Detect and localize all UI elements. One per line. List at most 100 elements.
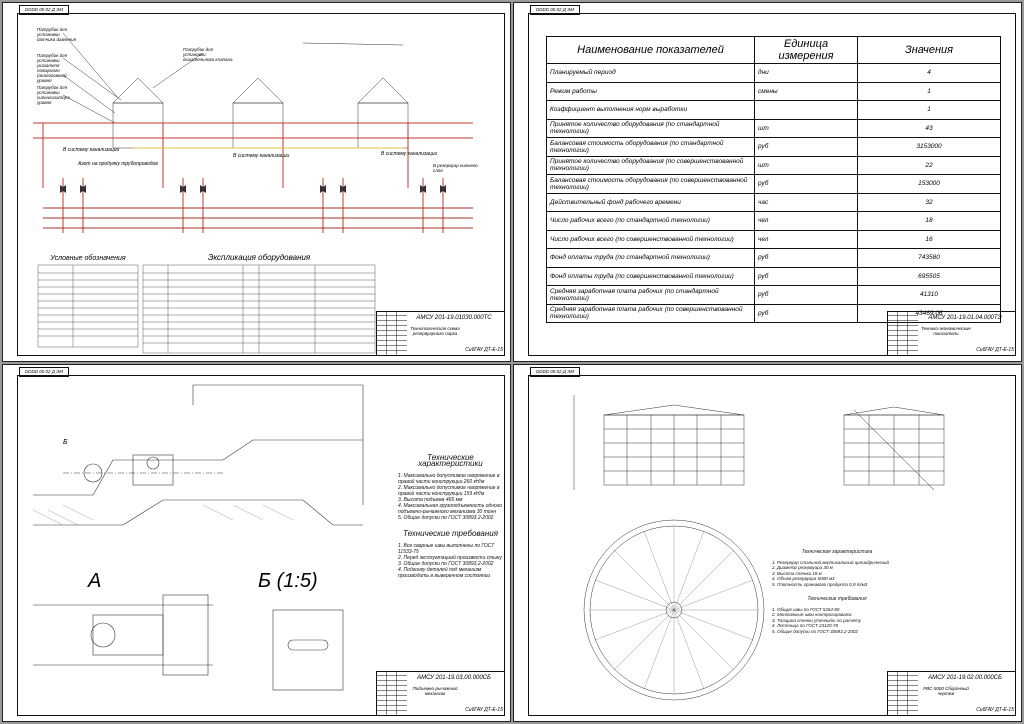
cell-name: Средняя заработная плата рабочих (по сов… — [546, 303, 755, 323]
sheet-indicators: DDDD 00 02 Д ЭМ Наименование показателей… — [513, 2, 1022, 362]
tank-technical-specs: Техническая характеристика 1. Резервуар … — [772, 549, 902, 634]
title-block: АМСУ 201-19.01.04.000ТЭ Технико-экономич… — [887, 311, 1016, 356]
sheet-lever-mechanism: DDDD 00 02 Д ЭМ Б А Б (1:5) Технические … — [2, 364, 511, 722]
table-row: Балансовая стоимость оборудования (по со… — [546, 174, 1001, 194]
cell-name: Фонд оплаты труда (по совершенствованной… — [546, 266, 755, 286]
cell-name: Принятое количество оборудования (по ста… — [546, 118, 755, 138]
cell-value: 1 — [857, 81, 1001, 101]
label-drain-2: В систему канализации — [233, 153, 290, 159]
cell-value: 43 — [857, 118, 1001, 138]
cell-name: Балансовая стоимость оборудования (по со… — [546, 174, 755, 194]
callout-level-alarm: Патрубок для установки сигнализатора уро… — [37, 85, 70, 105]
cell-value: 153000 — [857, 174, 1001, 194]
tech-specs-title: Технические характеристики — [418, 453, 483, 468]
sheet-process-scheme: DDDD 00 02 Д ЭМ Патрубок для установки д… — [2, 2, 511, 362]
view-a-title: А — [88, 570, 102, 592]
table-row: Фонд оплаты труда (по стандартной технол… — [546, 248, 1001, 268]
tech-spec-item: 1. Максимально допустимое напряжение в п… — [398, 473, 500, 485]
title-block-name: Подъемно-рычажный механизм — [412, 686, 458, 696]
cell-unit: руб — [754, 266, 858, 286]
title-block-org: СибГАУ ДТ-Е-15 — [465, 347, 503, 353]
tank-spec-title: Техническая характеристика — [801, 549, 873, 555]
table-header-row: Наименование показателей Единица измерен… — [546, 36, 1001, 64]
cell-unit — [754, 100, 858, 120]
cell-value: 16 — [857, 229, 1001, 249]
callout-pressure-sensor: Патрубок для установки датчика давления — [37, 27, 77, 42]
tech-spec-item: 2. Максимально допустимое напряжение в п… — [398, 485, 500, 497]
cell-unit: смены — [754, 81, 858, 101]
cell-value: 1 — [857, 100, 1001, 120]
cell-unit: руб — [754, 137, 858, 157]
title-block: АМСУ 201-19.01030.000ТС Технологическая … — [376, 311, 505, 356]
sheet-tank-assembly: DDDD 00 02 Д ЭМ Техническая характеристи… — [513, 364, 1022, 722]
cell-value: 695505 — [857, 266, 1001, 286]
title-block-name: Технологическая схема резервуарного парк… — [410, 326, 460, 336]
column-header-value: Значения — [857, 36, 1001, 64]
title-block-grid — [377, 312, 407, 356]
title-block-grid — [888, 312, 918, 356]
indicators-table: Наименование показателей Единица измерен… — [546, 36, 1001, 323]
table-row: Режим работы смены 1 — [546, 81, 1001, 101]
title-block-code: АМСУ 201-19.02.00.000СБ — [928, 675, 1002, 681]
cell-name: Принятое количество оборудования (по сов… — [546, 155, 755, 175]
cell-name: Балансовая стоимость оборудования (по ст… — [546, 137, 755, 157]
title-block-grid — [377, 672, 407, 716]
title-block: АМСУ 201-19.02.00.000СБ РВС-5000 Сборочн… — [887, 671, 1016, 716]
cell-unit: чел — [754, 229, 858, 249]
cell-value: 41310 — [857, 285, 1001, 305]
label-drain-3: В систему канализации — [381, 151, 438, 157]
cell-name: Число рабочих всего (по совершенствованн… — [546, 229, 755, 249]
table-row: Коэффициент выполнения норм выработки 1 — [546, 100, 1001, 120]
tech-req-title: Технические требования — [403, 529, 498, 538]
cell-value: 4 — [857, 63, 1001, 83]
label-lower-tank: В резервуар нижнего слоя — [433, 163, 478, 173]
table-row: Средняя заработная плата рабочих (по ста… — [546, 285, 1001, 305]
tech-req-item: 1. Все сварные швы выполнены по ГОСТ 115… — [398, 543, 495, 555]
cell-unit: руб — [754, 285, 858, 305]
title-block: АМСУ 201-19.03.00.000СБ Подъемно-рычажны… — [376, 671, 505, 716]
cell-name: Фонд оплаты труда (по стандартной технол… — [546, 248, 755, 268]
cell-value: 22 — [857, 155, 1001, 175]
cell-value: 743580 — [857, 248, 1001, 268]
table-row: Планируемый период дни 4 — [546, 63, 1001, 83]
cell-unit: час — [754, 192, 858, 212]
cell-unit: руб — [754, 303, 858, 323]
table-row: Балансовая стоимость оборудования (по ст… — [546, 137, 1001, 157]
legend-title: Условные обозначения — [50, 255, 126, 262]
cell-unit: руб — [754, 174, 858, 194]
tank-req-title: Технические требования — [807, 596, 867, 602]
view-b-title: Б (1:5) — [258, 570, 318, 592]
cell-name: Действительный фонд рабочего времени — [546, 192, 755, 212]
callout-b: Б — [63, 439, 68, 446]
table-row: Принятое количество оборудования (по ста… — [546, 118, 1001, 138]
column-header-unit: Единица измерения — [754, 36, 858, 64]
tank-drawing — [573, 395, 945, 701]
cell-unit: дни — [754, 63, 858, 83]
tech-spec-item: 4. Максимальная грузоподъемность одного … — [398, 503, 503, 515]
cell-unit: шт — [754, 155, 858, 175]
technical-specs: Технические характеристики 1. Максимальн… — [398, 453, 503, 580]
title-block-code: АМСУ 201-19.01.04.000ТЭ — [928, 315, 1002, 321]
table-row: Фонд оплаты труда (по совершенствованной… — [546, 266, 1001, 286]
callout-level-indicator: Патрубок для установки указателя пожарно… — [37, 53, 68, 83]
cell-name: Коэффициент выполнения норм выработки — [546, 100, 755, 120]
cell-unit: шт — [754, 118, 858, 138]
table-row: Число рабочих всего (по совершенствованн… — [546, 229, 1001, 249]
callout-breathing-valve: Патрубок для установки дыхательного клап… — [183, 47, 233, 62]
cell-value: 32 — [857, 192, 1001, 212]
tank-req-item: 5. Общие допуски по ГОСТ 30893.2-2002 — [772, 628, 858, 634]
title-block-name: РВС-5000 Сборочный чертеж — [923, 686, 969, 696]
title-block-org: СибГАУ ДТ-Е-15 — [976, 707, 1014, 713]
equipment-title: Экспликация оборудования — [207, 253, 311, 262]
table-row: Принятое количество оборудования (по сов… — [546, 155, 1001, 175]
cell-name: Планируемый период — [546, 63, 755, 83]
title-block-code: АМСУ 201-19.01030.000ТС — [416, 315, 492, 321]
table-row: Число рабочих всего (по стандартной техн… — [546, 211, 1001, 231]
title-block-org: СибГАУ ДТ-Е-15 — [976, 347, 1014, 353]
cell-value: 18 — [857, 211, 1001, 231]
cell-name: Число рабочих всего (по стандартной техн… — [546, 211, 755, 231]
label-nitrogen: Азот на продувку трубопроводов — [78, 161, 158, 167]
cell-value: 3153000 — [857, 137, 1001, 157]
column-header-name: Наименование показателей — [546, 36, 755, 64]
tank-spec-item: 5. Плотность хранимого продукта 0,9 т/м3 — [772, 581, 868, 587]
